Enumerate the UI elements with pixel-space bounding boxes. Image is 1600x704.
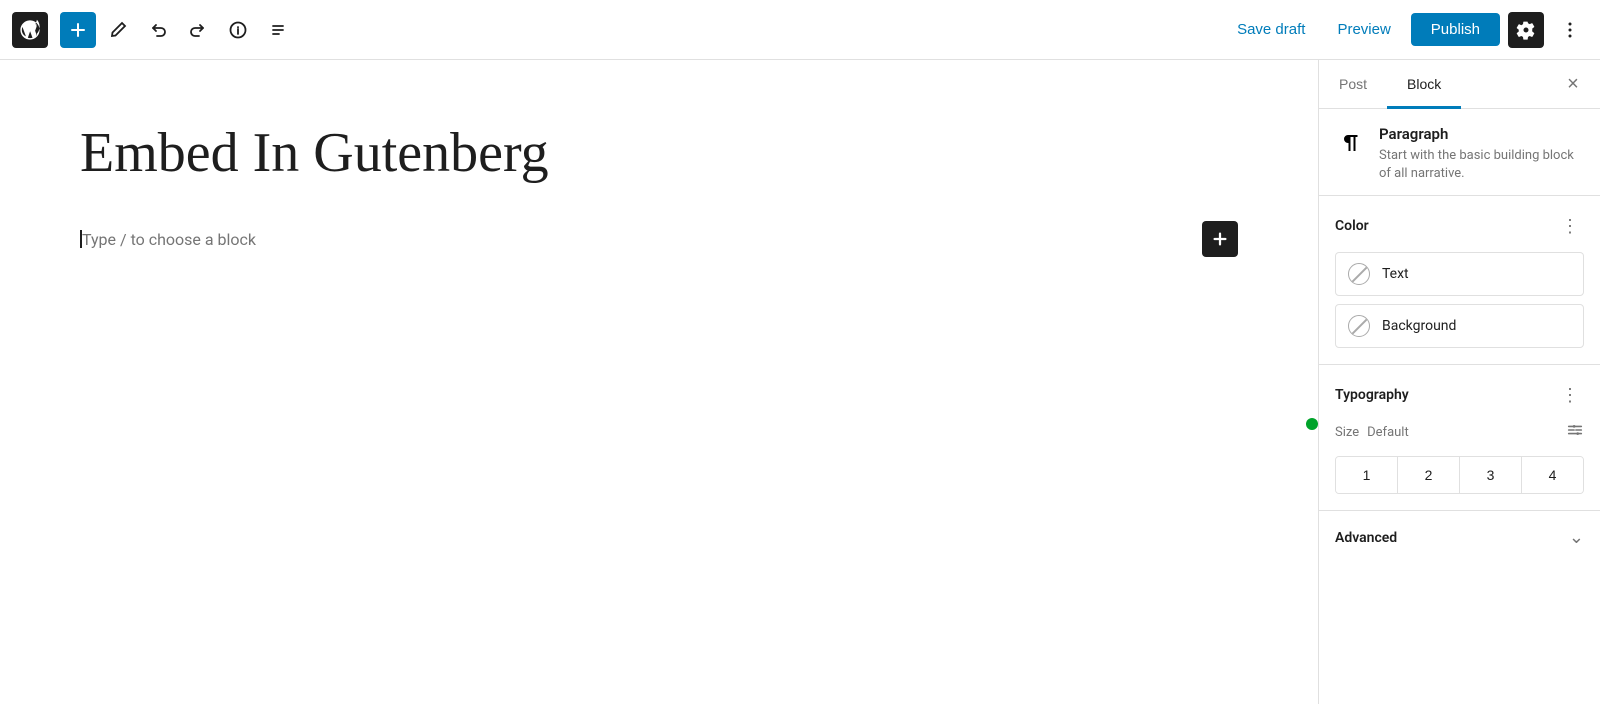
font-size-button-group: 1 2 3 4 bbox=[1335, 456, 1584, 494]
no-color-icon-text bbox=[1348, 263, 1370, 285]
sidebar: Post Block × Paragraph Start with the ba… bbox=[1318, 60, 1600, 704]
paragraph-icon bbox=[1339, 131, 1363, 155]
details-button[interactable] bbox=[220, 12, 256, 48]
more-options-button[interactable] bbox=[1552, 12, 1588, 48]
sidebar-tabs: Post Block × bbox=[1319, 60, 1600, 109]
advanced-chevron-icon: ⌄ bbox=[1569, 527, 1584, 548]
font-size-3-button[interactable]: 3 bbox=[1460, 457, 1522, 493]
gear-icon bbox=[1516, 20, 1536, 40]
toolbar-left bbox=[12, 12, 1221, 48]
text-color-option[interactable]: Text bbox=[1335, 252, 1584, 296]
no-color-icon-bg bbox=[1348, 315, 1370, 337]
add-block-toolbar-button[interactable] bbox=[60, 12, 96, 48]
font-size-1-button[interactable]: 1 bbox=[1336, 457, 1398, 493]
main-layout: Embed In Gutenberg Type / to choose a bl… bbox=[0, 60, 1600, 704]
placeholder-text: Type / to choose a block bbox=[82, 230, 1238, 249]
wordpress-logo bbox=[12, 12, 48, 48]
close-sidebar-button[interactable]: × bbox=[1558, 69, 1588, 99]
list-view-button[interactable] bbox=[260, 12, 296, 48]
size-label: Size bbox=[1335, 425, 1359, 440]
background-color-option[interactable]: Background bbox=[1335, 304, 1584, 348]
post-title[interactable]: Embed In Gutenberg bbox=[80, 120, 1238, 187]
background-color-label: Background bbox=[1382, 318, 1456, 334]
typography-section-title: Typography bbox=[1335, 387, 1409, 403]
color-section-more-button[interactable]: ⋮ bbox=[1556, 212, 1584, 240]
save-draft-button[interactable]: Save draft bbox=[1225, 15, 1317, 44]
color-section-title: Color bbox=[1335, 218, 1369, 234]
undo-button[interactable] bbox=[140, 12, 176, 48]
redo-icon bbox=[188, 20, 208, 40]
size-controls-icon-button[interactable] bbox=[1566, 421, 1584, 444]
plus-inline-icon bbox=[1211, 230, 1229, 248]
size-value: Default bbox=[1367, 425, 1409, 440]
advanced-section-title: Advanced bbox=[1335, 530, 1397, 546]
advanced-section-header[interactable]: Advanced ⌄ bbox=[1335, 527, 1584, 548]
editor-area[interactable]: Embed In Gutenberg Type / to choose a bl… bbox=[0, 60, 1318, 704]
add-block-inline-button[interactable] bbox=[1202, 221, 1238, 257]
info-icon bbox=[228, 20, 248, 40]
edit-tool-button[interactable] bbox=[100, 12, 136, 48]
publish-button[interactable]: Publish bbox=[1411, 13, 1500, 46]
tab-block[interactable]: Block bbox=[1387, 60, 1461, 108]
preview-button[interactable]: Preview bbox=[1325, 15, 1402, 44]
advanced-section: Advanced ⌄ bbox=[1319, 511, 1600, 564]
font-size-4-button[interactable]: 4 bbox=[1522, 457, 1583, 493]
color-section-header: Color ⋮ bbox=[1335, 212, 1584, 240]
size-row: Size Default bbox=[1335, 421, 1584, 444]
settings-button[interactable] bbox=[1508, 12, 1544, 48]
wp-logo-icon bbox=[18, 18, 42, 42]
font-size-2-button[interactable]: 2 bbox=[1398, 457, 1460, 493]
toolbar-right: Save draft Preview Publish bbox=[1225, 12, 1588, 48]
sliders-icon bbox=[1566, 421, 1584, 439]
color-section: Color ⋮ Text Background bbox=[1319, 196, 1600, 365]
scroll-indicator bbox=[1306, 418, 1318, 430]
text-color-label: Text bbox=[1382, 266, 1409, 282]
block-text-info: Paragraph Start with the basic building … bbox=[1379, 125, 1584, 183]
block-name-label: Paragraph bbox=[1379, 125, 1584, 143]
typography-section-header: Typography ⋮ bbox=[1335, 381, 1584, 409]
toolbar: Save draft Preview Publish bbox=[0, 0, 1600, 60]
redo-button[interactable] bbox=[180, 12, 216, 48]
tab-post[interactable]: Post bbox=[1319, 60, 1387, 108]
block-placeholder[interactable]: Type / to choose a block bbox=[80, 219, 1238, 259]
plus-icon bbox=[68, 20, 88, 40]
block-description: Start with the basic building block of a… bbox=[1379, 147, 1584, 183]
paragraph-block-icon bbox=[1335, 127, 1367, 159]
pencil-icon bbox=[108, 20, 128, 40]
list-view-icon bbox=[268, 20, 288, 40]
ellipsis-vertical-icon bbox=[1560, 20, 1580, 40]
undo-icon bbox=[148, 20, 168, 40]
typography-section: Typography ⋮ Size Default 1 2 3 4 bbox=[1319, 365, 1600, 511]
typography-section-more-button[interactable]: ⋮ bbox=[1556, 381, 1584, 409]
block-info: Paragraph Start with the basic building … bbox=[1319, 109, 1600, 196]
